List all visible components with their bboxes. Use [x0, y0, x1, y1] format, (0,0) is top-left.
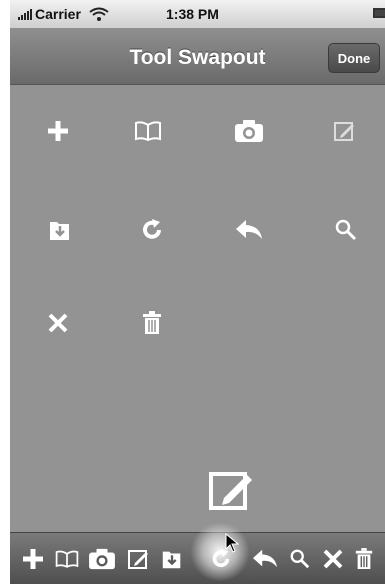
done-button[interactable]: Done: [328, 43, 380, 73]
mouse-cursor-icon: [225, 533, 239, 553]
trash-icon[interactable]: [132, 303, 172, 343]
drop-target-highlight: [190, 522, 250, 582]
toolbar-close-icon[interactable]: [318, 544, 348, 574]
plus-icon[interactable]: [38, 111, 78, 151]
toolbar-camera-icon[interactable]: [87, 544, 117, 574]
toolbar-reply-icon[interactable]: [250, 544, 280, 574]
toolbar-plus-icon[interactable]: [18, 544, 48, 574]
book-icon[interactable]: [128, 111, 168, 151]
camera-icon[interactable]: [229, 111, 269, 151]
battery-icon: [373, 8, 385, 18]
navigation-bar: Tool Swapout Done: [10, 28, 385, 85]
status-time: 1:38 PM: [166, 6, 219, 22]
compose-icon[interactable]: [325, 111, 365, 151]
search-icon[interactable]: [326, 210, 366, 250]
dragging-compose-icon[interactable]: [207, 466, 257, 516]
signal-icon: [18, 8, 32, 20]
file-import-icon[interactable]: [40, 210, 80, 250]
toolbar-search-icon[interactable]: [285, 544, 315, 574]
toolbar-book-icon[interactable]: [52, 544, 82, 574]
carrier-label: Carrier: [35, 6, 81, 22]
wifi-icon: [89, 7, 109, 21]
close-icon[interactable]: [38, 303, 78, 343]
toolbar-trash-icon[interactable]: [349, 544, 379, 574]
reply-icon[interactable]: [229, 210, 269, 250]
phone-screen: Carrier 1:38 PM Tool Swapout Done: [10, 0, 385, 584]
toolbar-file-import-icon[interactable]: [157, 544, 187, 574]
refresh-icon[interactable]: [132, 210, 172, 250]
toolbar-compose-icon[interactable]: [124, 544, 154, 574]
status-bar: Carrier 1:38 PM: [10, 0, 385, 28]
